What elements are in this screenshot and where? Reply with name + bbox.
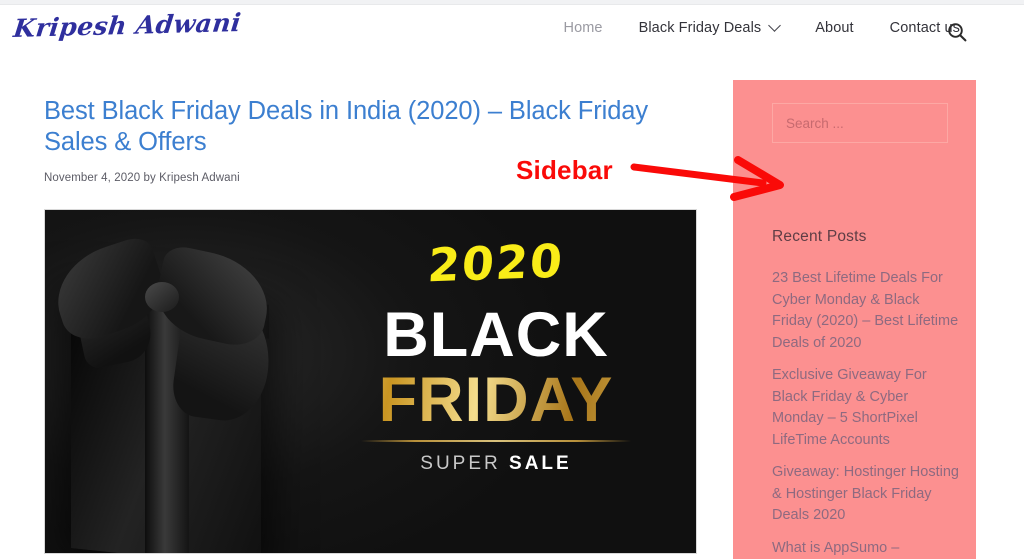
chevron-down-icon (768, 18, 782, 32)
recent-posts-list: 23 Best Lifetime Deals For Cyber Monday … (772, 268, 962, 559)
gift-bow-knot (145, 282, 179, 312)
search-icon[interactable] (946, 21, 968, 43)
featured-line-friday: FRIDAY (307, 368, 685, 432)
nav-item-label: Black Friday Deals (638, 20, 762, 36)
featured-tagline-bold: SALE (509, 453, 572, 474)
annotation-label-sidebar: Sidebar (516, 155, 613, 185)
primary-navigation: Home Black Friday Deals About Contact us (546, 18, 979, 36)
nav-item-about[interactable]: About (797, 20, 871, 36)
gift-box-graphic (45, 233, 289, 553)
page-root: Kripesh Adwani Home Black Friday Deals A… (0, 0, 1024, 559)
featured-divider (361, 440, 631, 442)
featured-tagline: SUPER SALE (307, 453, 685, 475)
nav-item-home[interactable]: Home (546, 20, 621, 36)
recent-posts-heading: Recent Posts (772, 228, 867, 245)
featured-image-text: 2020 BLACK FRIDAY SUPER SALE (307, 233, 685, 475)
featured-year: 2020 (426, 233, 566, 293)
list-item[interactable]: What is AppSumo – AppSumo Review, (772, 538, 962, 559)
nav-item-black-friday-deals[interactable]: Black Friday Deals (621, 18, 798, 36)
list-item[interactable]: 23 Best Lifetime Deals For Cyber Monday … (772, 268, 962, 354)
post-title[interactable]: Best Black Friday Deals in India (2020) … (44, 96, 699, 158)
featured-image-backdrop: 2020 BLACK FRIDAY SUPER SALE (45, 210, 696, 553)
sidebar: Recent Posts 23 Best Lifetime Deals For … (733, 80, 976, 559)
featured-line-black: BLACK (383, 300, 609, 370)
list-item[interactable]: Exclusive Giveaway For Black Friday & Cy… (772, 365, 962, 451)
site-logo[interactable]: Kripesh Adwani (12, 8, 243, 43)
site-header: Kripesh Adwani Home Black Friday Deals A… (0, 5, 1024, 58)
sidebar-search-input[interactable] (772, 103, 948, 143)
featured-tagline-light: SUPER (420, 453, 510, 474)
featured-image: 2020 BLACK FRIDAY SUPER SALE (44, 209, 697, 554)
list-item[interactable]: Giveaway: Hostinger Hosting & Hostinger … (772, 462, 962, 527)
